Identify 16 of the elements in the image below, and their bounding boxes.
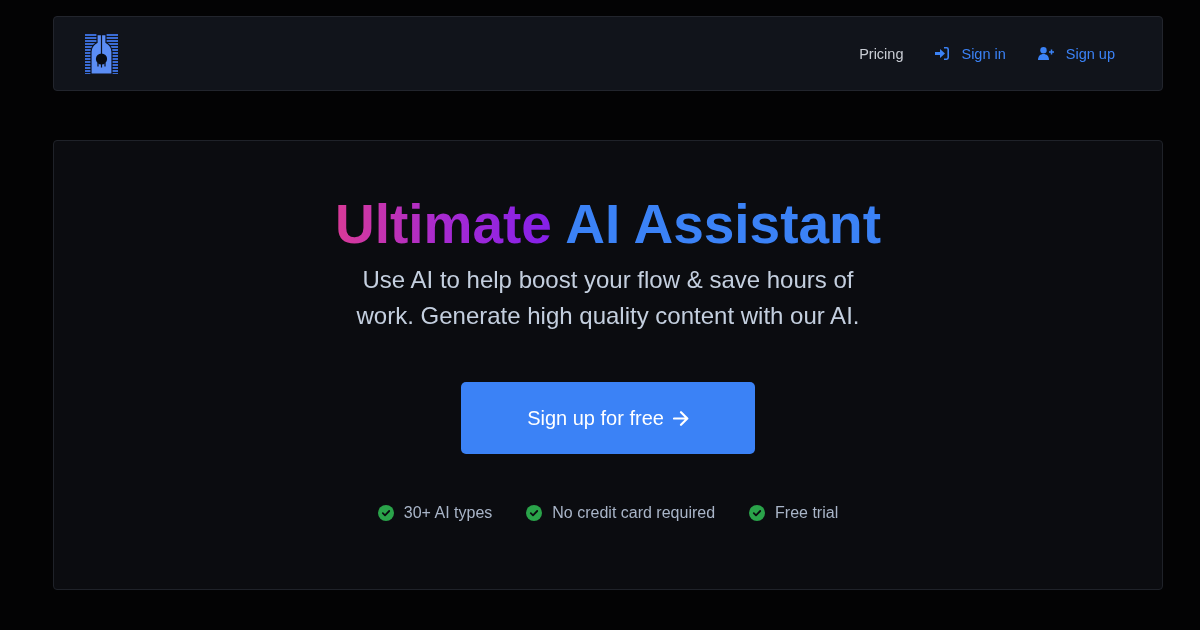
hero-subtitle: Use AI to help boost your flow & save hours of work. Generate high quality content with our AI. [355, 265, 861, 331]
pen-nib-logo-icon[interactable] [85, 33, 118, 74]
feature-text: 30+ AI types [403, 503, 493, 523]
check-circle-icon [526, 505, 543, 521]
signup-cta-button[interactable]: Sign up for free [461, 382, 755, 454]
feature-text: Free trial [775, 503, 839, 523]
check-circle-icon [749, 505, 766, 521]
sign-in-link[interactable]: Sign in [935, 43, 1006, 64]
feature-text: No credit card required [552, 503, 716, 523]
sign-up-link[interactable]: Sign up [1037, 43, 1115, 64]
sign-in-icon [935, 47, 950, 60]
nav-link[interactable]: Pricing [859, 43, 904, 64]
check-circle-icon [377, 505, 394, 521]
hero-title: Ultimate AI Assistant [334, 192, 882, 257]
arrow-right-icon [672, 410, 689, 426]
user-plus-icon [1037, 47, 1054, 60]
